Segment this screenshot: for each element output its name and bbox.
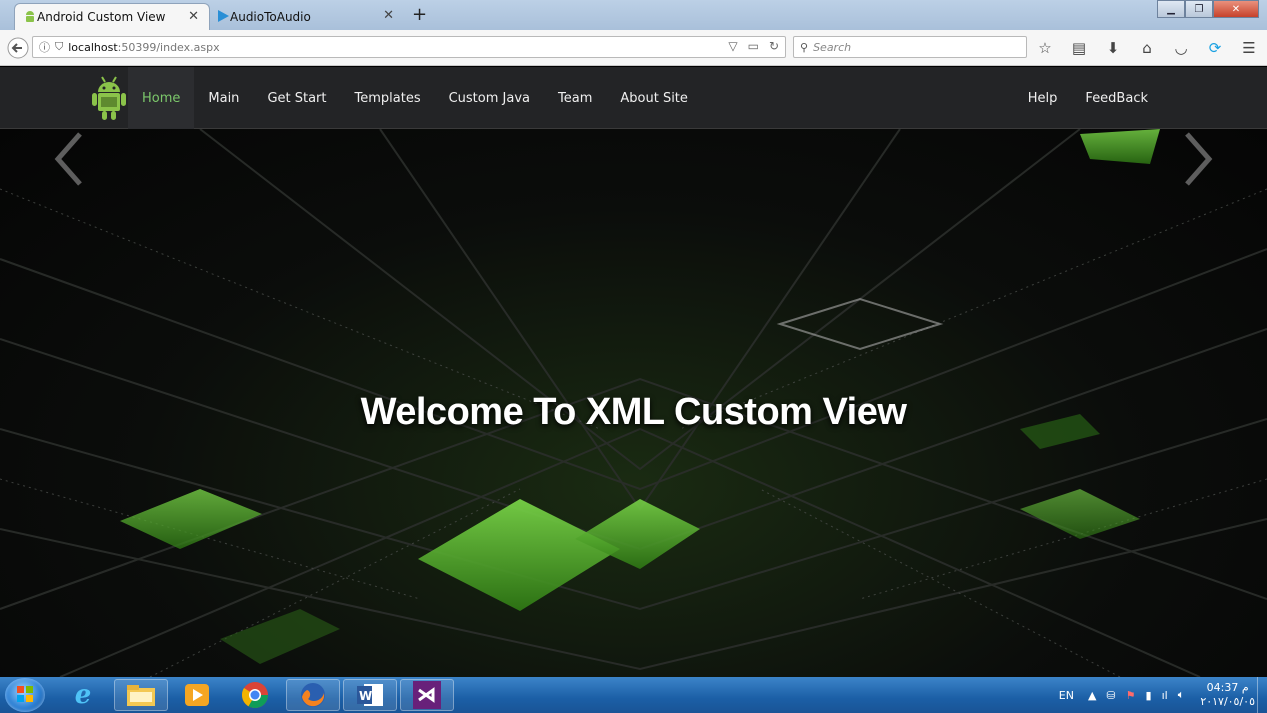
clock-time: 04:37 م [1206, 681, 1249, 694]
chrome-icon[interactable] [228, 679, 282, 711]
close-window-button[interactable]: ✕ [1213, 0, 1259, 18]
reload-icon[interactable]: ↻ [769, 39, 779, 53]
visual-studio-icon[interactable] [400, 679, 454, 711]
hero-title: Welcome To XML Custom View [360, 391, 907, 433]
android-logo-icon[interactable] [90, 75, 128, 121]
url-bar[interactable]: ⓘ ⛉ localhost:50399/index.aspx ▽ ▭ ↻ [32, 36, 786, 58]
nav-team[interactable]: Team [544, 67, 606, 129]
show-hidden-icons-icon[interactable]: ▲ [1088, 689, 1096, 702]
clock[interactable]: 04:37 م ٢٠١٧/٠٥/٠٥ [1200, 681, 1255, 709]
action-center-flag-icon[interactable]: ⚑ [1126, 689, 1136, 702]
url-path: :50399/index.aspx [117, 40, 220, 54]
show-desktop-button[interactable] [1257, 677, 1267, 713]
tab-title: AudioToAudio [230, 9, 311, 24]
word-icon[interactable]: W [343, 679, 397, 711]
internet-explorer-icon[interactable]: e [56, 679, 110, 711]
search-placeholder: Search [813, 40, 852, 54]
site-navbar: Home Main Get Start Templates Custom Jav… [0, 67, 1267, 129]
nav-about-site[interactable]: About Site [606, 67, 702, 129]
window-controls: ▁ ❐ ✕ [1157, 0, 1259, 18]
reading-list-icon[interactable]: ▤ [1068, 38, 1090, 58]
url-host: localhost [68, 40, 118, 54]
svg-text:W: W [359, 689, 372, 703]
system-tray: EN ▲ ⛁ ⚑ ▮ ıl 🔈︎ 04:37 م ٢٠١٧/٠٥/٠٥ [1059, 677, 1255, 713]
firefox-icon[interactable] [286, 679, 340, 711]
windows-taskbar: e W EN ▲ ⛁ ⚑ ▮ ıl 🔈︎ 04:37 م ٢٠١٧/٠٥/٠٥ [0, 677, 1267, 713]
tab-title: Android Custom View [37, 10, 166, 24]
tab-android-custom-view[interactable]: Android Custom View ✕ [14, 3, 210, 30]
right-nav: Help FeedBack [1014, 67, 1162, 129]
power-icon[interactable]: ▮ [1146, 689, 1152, 702]
home-icon[interactable]: ⌂ [1136, 38, 1158, 58]
new-tab-button[interactable]: + [412, 4, 427, 25]
reader-view-icon[interactable]: ▭ [748, 39, 759, 53]
carousel-next-icon[interactable] [1177, 129, 1217, 189]
carousel-prev-icon[interactable] [50, 129, 90, 189]
sync-icon[interactable]: ⟳ [1204, 38, 1226, 58]
nav-help[interactable]: Help [1014, 67, 1072, 129]
android-favicon-icon [26, 11, 34, 22]
dropdown-icon[interactable]: ▽ [728, 39, 737, 53]
nav-main[interactable]: Main [194, 67, 253, 129]
nav-get-start[interactable]: Get Start [253, 67, 340, 129]
network-drive-icon[interactable]: ⛁ [1106, 689, 1115, 702]
main-nav: Home Main Get Start Templates Custom Jav… [128, 67, 702, 129]
download-icon[interactable]: ⬇ [1102, 38, 1124, 58]
clock-date: ٢٠١٧/٠٥/٠٥ [1200, 695, 1255, 708]
hero-carousel: Welcome To XML Custom View [0, 129, 1267, 677]
search-icon: ⚲ [800, 40, 809, 54]
nav-home[interactable]: Home [128, 67, 195, 129]
signal-icon[interactable]: ıl [1162, 689, 1168, 702]
nav-templates[interactable]: Templates [341, 67, 435, 129]
info-icon[interactable]: ⓘ [39, 39, 50, 55]
language-indicator[interactable]: EN [1059, 689, 1074, 702]
media-player-icon[interactable] [170, 679, 224, 711]
pocket-icon[interactable]: ◡ [1170, 38, 1192, 58]
search-input[interactable]: ⚲ Search [793, 36, 1027, 58]
windows-start-button[interactable] [5, 678, 45, 712]
back-arrow-icon [7, 37, 29, 59]
windows-logo-icon [17, 686, 33, 702]
browser-nav-bar: ⓘ ⛉ localhost:50399/index.aspx ▽ ▭ ↻ ⚲ S… [0, 30, 1267, 66]
maximize-button[interactable]: ❐ [1185, 0, 1213, 18]
back-button[interactable] [5, 36, 31, 60]
nav-custom-java[interactable]: Custom Java [435, 67, 544, 129]
tab-audiotoaudio[interactable]: AudioToAudio ✕ [208, 3, 404, 30]
minimize-button[interactable]: ▁ [1157, 0, 1185, 18]
web-page: Home Main Get Start Templates Custom Jav… [0, 67, 1267, 677]
browser-tab-strip: Android Custom View ✕ AudioToAudio ✕ + ▁… [0, 0, 1267, 30]
bookmark-star-icon[interactable]: ☆ [1034, 38, 1056, 58]
file-explorer-icon[interactable] [114, 679, 168, 711]
toolbar-icons: ☆ ▤ ⬇ ⌂ ◡ ⟳ ☰ [1034, 38, 1260, 58]
close-tab-icon[interactable]: ✕ [383, 8, 394, 23]
shield-icon[interactable]: ⛉ [55, 40, 63, 54]
menu-icon[interactable]: ☰ [1238, 38, 1260, 58]
volume-icon[interactable]: 🔈︎ [1178, 688, 1185, 702]
nav-feedback[interactable]: FeedBack [1071, 67, 1162, 129]
play-favicon-icon [218, 10, 229, 22]
close-tab-icon[interactable]: ✕ [188, 9, 199, 24]
